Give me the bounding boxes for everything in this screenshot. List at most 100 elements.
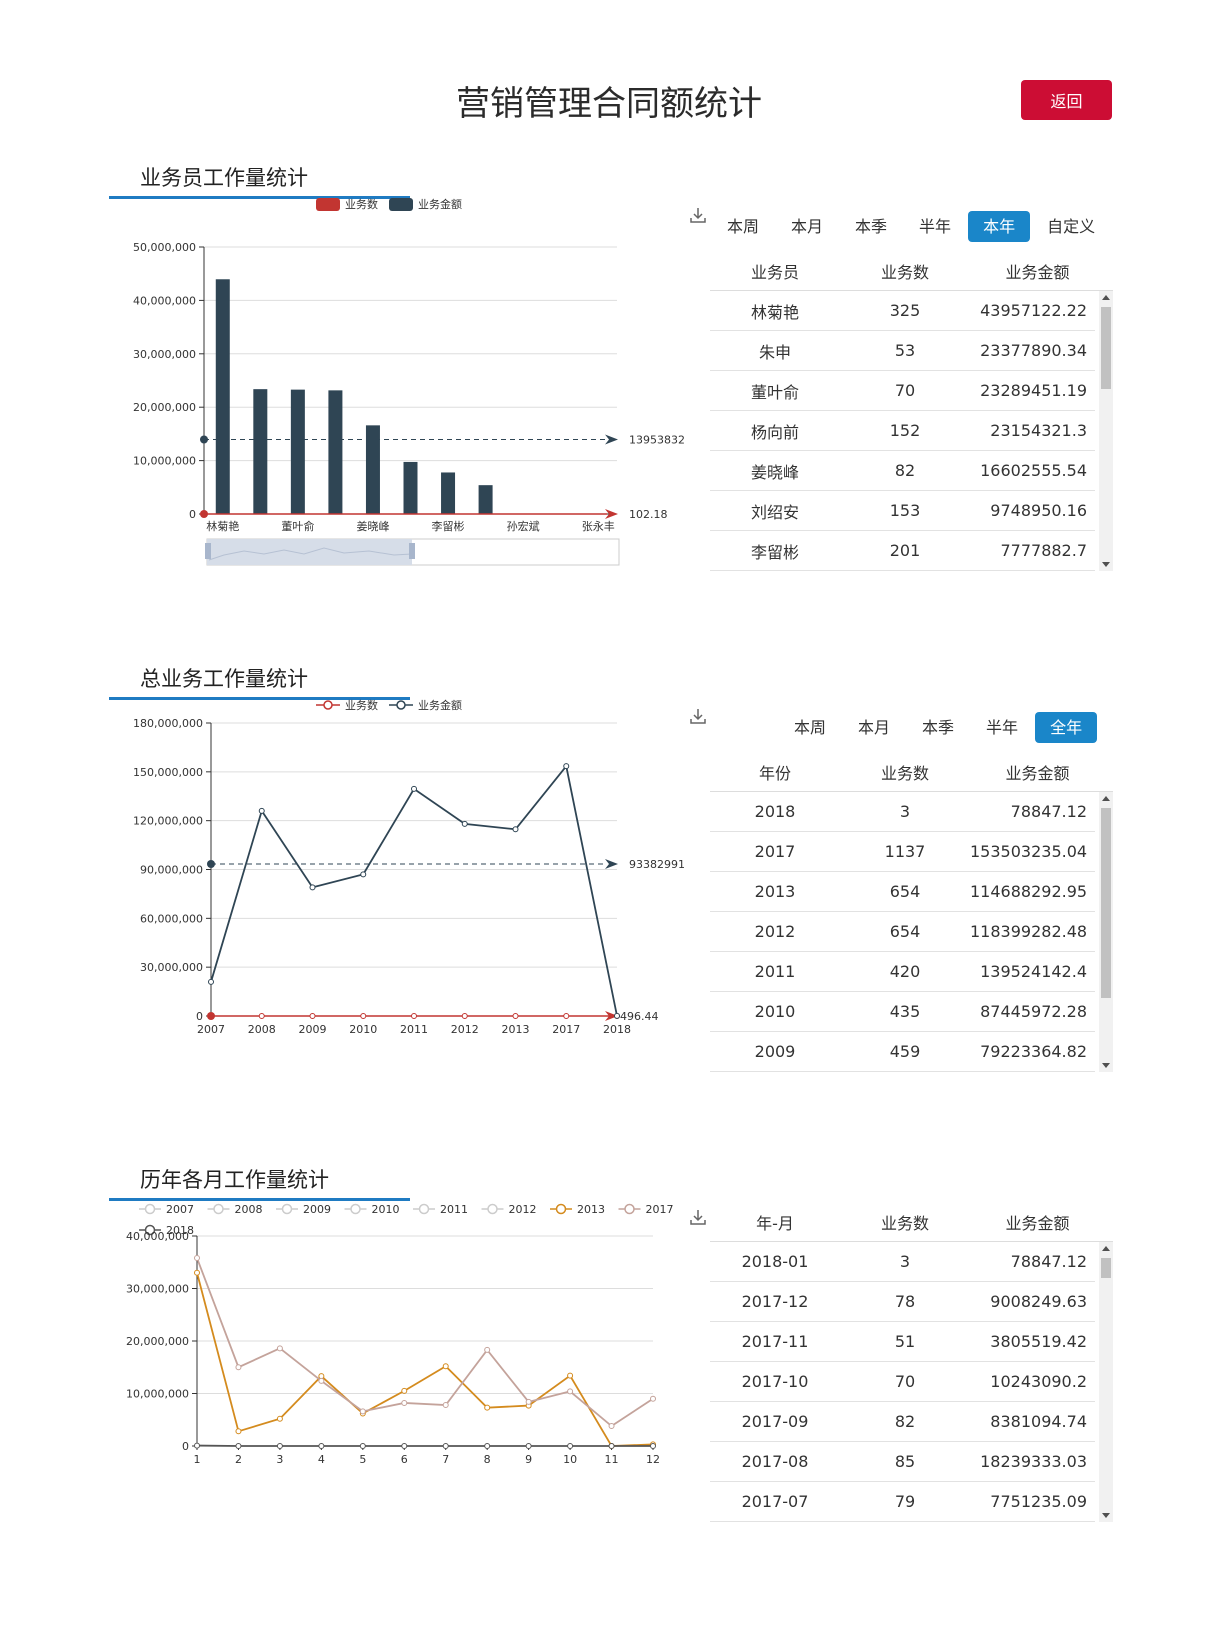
x-tick-label: 2011 xyxy=(400,1023,428,1036)
scrollbar[interactable] xyxy=(1099,792,1113,1072)
point-2018 xyxy=(194,1442,200,1449)
y-tick-label: 40,000,000 xyxy=(126,1230,189,1243)
table-row[interactable]: 2018-01 3 78847.12 xyxy=(710,1242,1095,1282)
avg-label-count: 496.44 xyxy=(620,1010,659,1023)
tab-4[interactable]: 本年 xyxy=(968,211,1031,242)
total-line-chart: 业务数 业务金额 0 30,000,000 60,000,000 90,000,000 12… xyxy=(109,699,709,1099)
scroll-up-icon[interactable] xyxy=(1102,1246,1110,1251)
tab-3[interactable]: 半年 xyxy=(904,211,966,242)
table-row[interactable]: 2017-08 85 18239333.03 xyxy=(710,1442,1095,1482)
tab-0[interactable]: 本周 xyxy=(712,211,774,242)
x-tick-label: 2007 xyxy=(197,1023,225,1036)
table-row[interactable]: 李留彬 201 7777882.7 xyxy=(710,531,1095,571)
scroll-down-icon[interactable] xyxy=(1102,562,1110,567)
section-title-monthly: 历年各月工作量统计 xyxy=(140,1168,329,1192)
table-row[interactable]: 2018 3 78847.12 xyxy=(710,792,1095,832)
col-header: 业务员 xyxy=(750,262,799,282)
x-tick-label: 2013 xyxy=(502,1023,530,1036)
col-header: 业务数 xyxy=(880,763,929,783)
table-row[interactable]: 2010 435 87445972.28 xyxy=(710,992,1095,1032)
table-row[interactable]: 2009 459 79223364.82 xyxy=(710,1032,1095,1072)
table-row[interactable]: 2017-09 82 8381094.74 xyxy=(710,1402,1095,1442)
avg-arrow xyxy=(605,434,618,445)
point-amount xyxy=(512,826,519,833)
x-tick-label: 11 xyxy=(605,1453,619,1466)
table-row[interactable]: 2017-07 79 7751235.09 xyxy=(710,1482,1095,1522)
tab-5[interactable]: 自定义 xyxy=(1032,211,1110,242)
legend-marker-amount xyxy=(396,700,406,710)
point-2013 xyxy=(442,1363,449,1370)
table-cell: 654 xyxy=(889,922,921,941)
datazoom-handle-left xyxy=(205,543,211,559)
scrollbar[interactable] xyxy=(1099,1242,1113,1522)
table-row[interactable]: 杨向前 152 23154321.3 xyxy=(710,411,1095,451)
tab-1[interactable]: 本月 xyxy=(776,211,838,242)
table-cell: 林菊艳 xyxy=(750,302,799,322)
y-tick-label: 30,000,000 xyxy=(133,348,196,361)
scroll-up-icon[interactable] xyxy=(1102,796,1110,801)
x-tick-label: 2010 xyxy=(349,1023,377,1036)
x-tick-label: 姜晓峰 xyxy=(356,519,389,533)
table-cell: 2017-10 xyxy=(741,1372,809,1391)
table-cell: 2013 xyxy=(754,882,796,901)
bar-amount xyxy=(403,461,418,514)
point-2018 xyxy=(442,1443,449,1449)
table-body[interactable]: 2018-01 3 78847.12 2017-12 78 9008249.63 2017-… xyxy=(710,1242,1113,1522)
table-row[interactable]: 2017-10 70 10243090.2 xyxy=(710,1362,1095,1402)
tab-4[interactable]: 全年 xyxy=(1035,712,1098,743)
scroll-thumb[interactable] xyxy=(1101,307,1111,389)
table-cell: 2017-09 xyxy=(741,1412,809,1431)
legend-marker xyxy=(213,1203,224,1215)
x-tick-label: 9 xyxy=(525,1453,532,1466)
table-row[interactable]: 董叶俞 70 23289451.19 xyxy=(710,371,1095,411)
table-cell: 85 xyxy=(894,1452,916,1471)
point-2018 xyxy=(525,1443,532,1449)
table-row[interactable]: 2017-11 51 3805519.42 xyxy=(710,1322,1095,1362)
table-row[interactable]: 2011 420 139524142.4 xyxy=(710,952,1095,992)
table-cell: 朱申 xyxy=(758,342,791,362)
legend-swatch-amount xyxy=(389,198,413,211)
point-2017 xyxy=(567,1388,574,1395)
table-row[interactable]: 2017-12 78 9008249.63 xyxy=(710,1282,1095,1322)
table-cell: 1137 xyxy=(884,842,926,861)
scroll-down-icon[interactable] xyxy=(1102,1063,1110,1068)
legend-marker xyxy=(281,1203,293,1215)
x-tick-label: 1 xyxy=(194,1453,201,1466)
table-row[interactable]: 朱申 53 23377890.34 xyxy=(710,331,1095,371)
table-body[interactable]: 林菊艳 325 43957122.22 朱申 53 23377890.34 董叶俞 70 232… xyxy=(710,291,1113,571)
tab-2[interactable]: 本季 xyxy=(907,712,969,743)
scrollbar[interactable] xyxy=(1099,291,1113,571)
avg-arrow xyxy=(605,858,618,869)
download-icon[interactable] xyxy=(690,207,706,223)
scroll-up-icon[interactable] xyxy=(1102,295,1110,300)
y-tick-label: 180,000,000 xyxy=(133,717,203,730)
table-cell: 刘绍安 xyxy=(750,502,799,522)
table-row[interactable]: 2012 654 118399282.48 xyxy=(710,912,1095,952)
tab-3[interactable]: 半年 xyxy=(971,712,1033,743)
y-tick-label: 0 xyxy=(189,508,196,521)
table-row[interactable]: 姜晓峰 82 16602555.54 xyxy=(710,451,1095,491)
scroll-thumb[interactable] xyxy=(1101,808,1111,998)
table-body[interactable]: 2018 3 78847.12 2017 1137 153503235.04 2013 654… xyxy=(710,792,1113,1072)
tab-1[interactable]: 本月 xyxy=(843,712,905,743)
avg-label-count: 102.18 xyxy=(629,508,668,521)
table-row[interactable]: 2017 1137 153503235.04 xyxy=(710,832,1095,872)
table-row[interactable]: 林菊艳 325 43957122.22 xyxy=(710,291,1095,331)
download-icon[interactable] xyxy=(690,708,706,724)
point-count xyxy=(258,1013,265,1019)
legend-marker xyxy=(487,1203,498,1215)
tab-2[interactable]: 本季 xyxy=(840,211,902,242)
scroll-thumb[interactable] xyxy=(1101,1258,1111,1278)
download-icon[interactable] xyxy=(690,1209,706,1225)
x-tick-label: 2009 xyxy=(299,1023,327,1036)
table-row[interactable]: 刘绍安 153 9748950.16 xyxy=(710,491,1095,531)
back-button[interactable]: 返回 xyxy=(1021,80,1112,120)
col-header: 年-月 xyxy=(756,1213,794,1233)
bar-amount xyxy=(365,425,380,514)
table-cell: 2017 xyxy=(754,842,796,861)
point-2017 xyxy=(194,1255,200,1262)
scroll-down-icon[interactable] xyxy=(1102,1513,1110,1518)
table-row[interactable]: 2013 654 114688292.95 xyxy=(710,872,1095,912)
y-tick-label: 10,000,000 xyxy=(133,455,196,468)
tab-0[interactable]: 本周 xyxy=(779,712,841,743)
